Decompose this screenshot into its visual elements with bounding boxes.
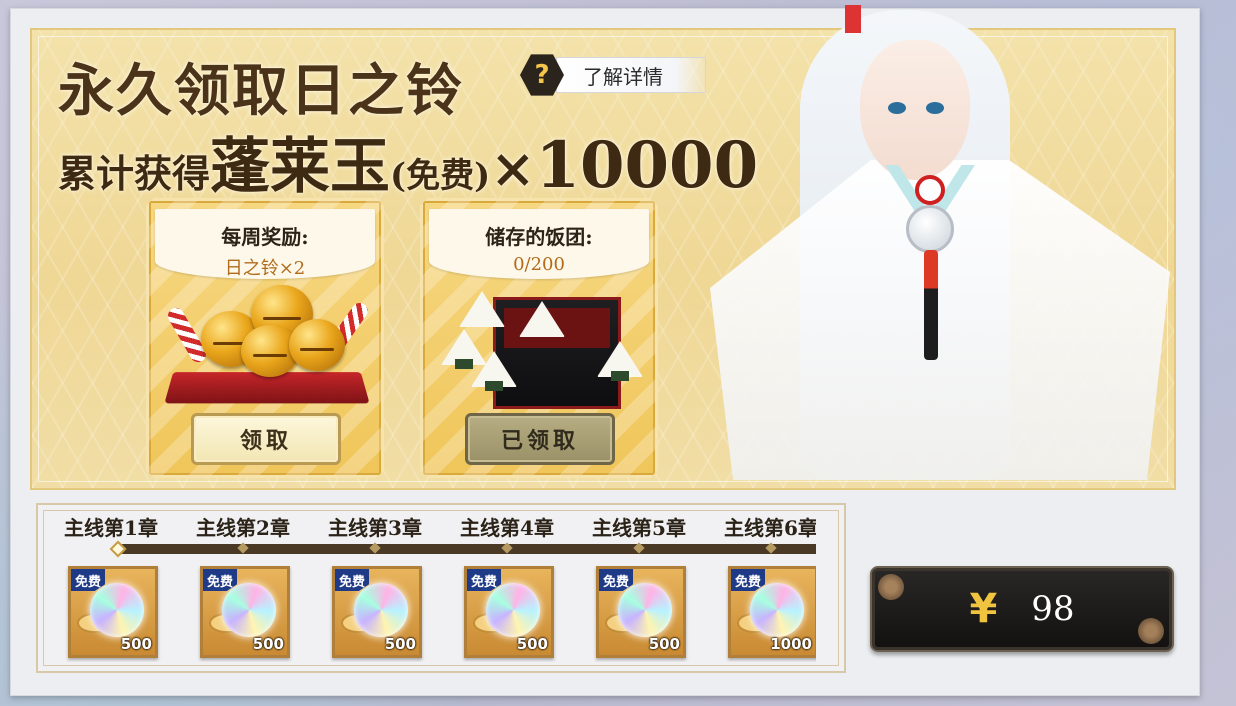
mirror-pendant-icon [906, 205, 954, 253]
price-label: 98 [1031, 589, 1075, 629]
reward-tile[interactable]: 免费 500 [200, 566, 290, 658]
sakura-decoration-icon [1138, 618, 1164, 644]
details-button[interactable]: ? 了解详情 [520, 54, 706, 96]
weekly-reward-card: 每周奖励: 日之铃×2 领取 [146, 198, 384, 478]
chapter-label: 主线第3章 [328, 516, 422, 540]
yen-icon: ¥ [969, 586, 998, 632]
chapter-label: 主线第1章 [64, 516, 158, 540]
stored-onigiri-value: 0/200 [513, 254, 565, 275]
reward-tile[interactable]: 免费 1000 [728, 566, 816, 658]
stored-onigiri-card: 储存的饭团: 0/200 已领取 [420, 198, 658, 478]
reward-amount: 500 [384, 635, 416, 653]
reward-tile[interactable]: 免费 500 [464, 566, 554, 658]
claim-button[interactable]: 领取 [191, 413, 341, 465]
reward-amount: 500 [516, 635, 548, 653]
character-face [860, 40, 970, 180]
character-illustration [680, 0, 1200, 500]
houraigyoku-gem-icon [618, 583, 672, 637]
chapter-item: 主线第2章 免费 500 [188, 512, 298, 658]
houraigyoku-gem-icon [750, 583, 804, 637]
chapter-item: 主线第6章 免费 1000 [716, 512, 816, 658]
reward-amount: 1000 [770, 635, 812, 653]
reward-amount: 500 [648, 635, 680, 653]
reward-tile[interactable]: 免费 500 [68, 566, 158, 658]
details-label: 了解详情 [556, 57, 706, 93]
tassel-icon [924, 250, 938, 360]
chapter-label: 主线第2章 [196, 516, 290, 540]
chapter-label: 主线第6章 [724, 516, 816, 540]
banner-title: 永久领取日之铃 [58, 58, 464, 124]
reward-amount: 500 [252, 635, 284, 653]
chapter-item: 主线第4章 免费 500 [452, 512, 562, 658]
weekly-reward-heading: 每周奖励: [221, 225, 309, 249]
reward-tile[interactable]: 免费 500 [332, 566, 422, 658]
houraigyoku-gem-icon [486, 583, 540, 637]
houraigyoku-gem-icon [222, 583, 276, 637]
houraigyoku-gem-icon [354, 583, 408, 637]
progress-bar [116, 544, 816, 554]
claimed-button[interactable]: 已领取 [465, 413, 615, 465]
reward-tile[interactable]: 免费 500 [596, 566, 686, 658]
weekly-reward-header: 每周奖励: 日之铃×2 [155, 209, 375, 279]
banner-subtitle: 累计获得蓬莱玉(免费)×10000 [58, 128, 759, 203]
chapter-label: 主线第4章 [460, 516, 554, 540]
hair-ornament-icon [845, 5, 861, 33]
purchase-button[interactable]: ¥ 98 [870, 566, 1174, 652]
reward-amount: 500 [120, 635, 152, 653]
stored-onigiri-heading: 储存的饭团: [485, 225, 593, 249]
chapter-item: 主线第5章 免费 500 [584, 512, 694, 658]
chapter-label: 主线第5章 [592, 516, 686, 540]
red-knot-icon [915, 175, 945, 205]
chapter-rewards-scroll[interactable]: 主线第1章 免费 500 主线第2章 免费 500 主线第3章 免费 500 主… [56, 512, 816, 662]
houraigyoku-gem-icon [90, 583, 144, 637]
stored-onigiri-header: 储存的饭团: 0/200 [429, 209, 649, 279]
weekly-reward-value: 日之铃×2 [224, 258, 306, 279]
chapter-item: 主线第1章 免费 500 [56, 512, 166, 658]
sakura-decoration-icon [878, 574, 904, 600]
chapter-item: 主线第3章 免费 500 [320, 512, 430, 658]
